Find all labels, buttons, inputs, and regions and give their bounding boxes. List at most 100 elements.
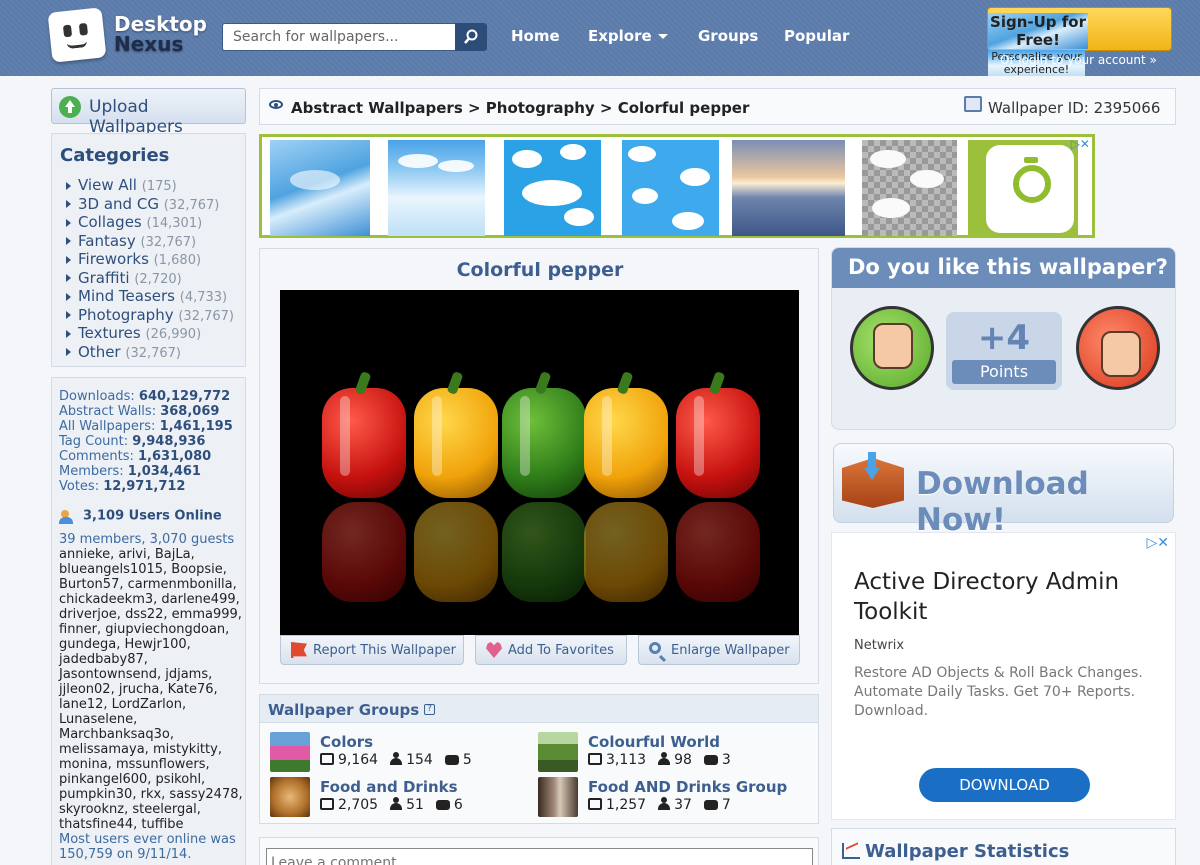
category-count: (14,301) [146,216,203,231]
users-online-label: 3,109 Users Online [83,508,222,524]
users-online-heading[interactable]: 3,109 Users Online [59,508,222,524]
category-item-fantasy[interactable]: Fantasy (32,767) [66,232,234,251]
search-button[interactable] [455,23,487,51]
category-count: (32,767) [140,234,197,250]
side-ad[interactable]: ▷✕ Active Directory Admin Toolkit Netwri… [831,532,1176,820]
ad-headline[interactable]: Active Directory Admin Toolkit [854,567,1154,627]
thumbs-up-icon [873,323,913,369]
category-item-photography[interactable]: Photography (32,767) [66,306,234,325]
login-link[interactable]: Or login to your account » [1000,53,1157,67]
thumbs-down-icon [1101,331,1141,377]
online-users-list: 39 members, 3,070 guests annieke, arivi,… [59,532,244,862]
group-thumbnail[interactable] [270,777,310,817]
group-name[interactable]: Food and Drinks [320,778,458,796]
ad-thumbnail[interactable] [388,140,485,236]
category-item-view-all[interactable]: View All (175) [66,176,234,195]
ad-choices-icon[interactable]: ▷✕ [1147,535,1170,551]
category-item-fireworks[interactable]: Fireworks (1,680) [66,250,234,269]
help-icon[interactable]: ? [424,704,435,715]
stat-label: Tag Count: [59,434,129,449]
category-item-graffiti[interactable]: Graffiti (2,720) [66,269,234,288]
search-input[interactable] [222,23,455,51]
category-label: Fantasy [78,231,136,250]
report-wallpaper-button[interactable]: Report This Wallpaper [280,635,464,665]
thumbs-down-button[interactable] [1076,306,1160,390]
category-list: View All (175) 3D and CG (32,767) Collag… [66,176,234,361]
pepper-yellow [584,370,668,498]
upload-wallpapers-button[interactable]: Upload Wallpapers [51,88,246,137]
download-now-button[interactable]: Download Now! [833,443,1174,538]
stat-value: 368,069 [160,404,220,419]
members-guests-count: 39 members, 3,070 guests [59,532,235,547]
wallpapers-icon [320,753,334,765]
group-item[interactable]: Colourful World 3,113 98 3 [538,732,788,772]
group-thumbnail[interactable] [538,732,578,772]
group-name[interactable]: Colors [320,733,373,751]
group-meta: 3,113 98 3 [588,752,731,768]
ad-download-button[interactable]: DOWNLOAD [919,768,1090,802]
breadcrumb-path[interactable]: Abstract Wallpapers > Photography > Colo… [291,99,749,117]
category-count: (4,733) [179,290,228,305]
category-count: (32,767) [178,308,234,324]
category-item-mind-teasers[interactable]: Mind Teasers (4,733) [66,287,234,306]
ad-thumbnail[interactable] [732,140,845,236]
category-label: Other [78,342,121,361]
nav-popular[interactable]: Popular [784,27,849,45]
category-count: (175) [141,179,177,194]
group-name[interactable]: Colourful World [588,733,720,751]
camera-icon [986,145,1074,233]
group-item[interactable]: Colors 9,164 154 5 [270,732,520,772]
group-thumbnail[interactable] [538,777,578,817]
comment-input[interactable] [266,848,813,865]
category-count: (2,720) [134,271,182,287]
top-ad-banner[interactable]: ▷✕ [259,134,1095,238]
category-count: (1,680) [153,253,202,268]
category-item-collages[interactable]: Collages (14,301) [66,213,234,232]
categories-panel: Categories View All (175) 3D and CG (32,… [51,133,246,367]
stats-list: Downloads: 640,129,772 Abstract Walls: 3… [59,389,233,494]
online-usernames[interactable]: annieke, arivi, BajLa, blueangels1015, B… [59,547,243,832]
category-item-other[interactable]: Other (32,767) [66,343,234,362]
ad-thumbnail[interactable] [504,140,601,236]
category-item-textures[interactable]: Textures (26,990) [66,324,234,343]
magnifier-icon [649,642,661,654]
ad-thumbnail[interactable] [270,140,370,236]
group-item[interactable]: Food and Drinks 2,705 51 6 [270,777,520,817]
stat-label: Comments: [59,449,134,464]
upload-arrow-icon [59,96,81,118]
enlarge-label: Enlarge Wallpaper [671,643,790,658]
site-logo[interactable]: Desktop Nexus [47,7,207,64]
group-thumbnail[interactable] [270,732,310,772]
enlarge-wallpaper-button[interactable]: Enlarge Wallpaper [638,635,800,665]
ad-choices-icon[interactable]: ▷✕ [1071,137,1090,151]
nav-home[interactable]: Home [511,27,560,45]
vote-panel: Do you like this wallpaper? +4 Points [831,247,1176,430]
signup-button[interactable]: Sign-Up for Free! Personalize your exper… [987,7,1172,76]
category-count: (26,990) [145,327,202,342]
nav-explore[interactable]: Explore [588,27,668,45]
stat-label: All Wallpapers: [59,419,156,434]
stat-value: 1,631,080 [138,449,212,464]
add-to-favorites-button[interactable]: Add To Favorites [475,635,627,665]
pepper-green [502,370,586,498]
stat-value: 1,034,461 [127,464,201,479]
category-item-3d-and-cg[interactable]: 3D and CG (32,767) [66,195,234,214]
pepper-red [322,370,406,498]
most-online-record: Most users ever online was 150,759 on 9/… [59,832,236,862]
stat-label: Downloads: [59,389,135,404]
group-item[interactable]: Food AND Drinks Group 1,257 37 7 [538,777,788,817]
heart-icon [486,642,502,658]
wallpaper-image[interactable] [280,290,799,635]
comment-box [259,837,819,865]
nav-groups[interactable]: Groups [698,27,758,45]
group-name[interactable]: Food AND Drinks Group [588,778,787,796]
group-member-count: 37 [674,797,692,813]
thumbs-up-button[interactable] [850,306,934,390]
ad-app-icon[interactable] [968,140,1078,236]
ad-thumbnail[interactable] [622,140,719,236]
pepper-red [676,370,760,498]
category-label: Fireworks [78,250,149,268]
group-member-count: 154 [406,752,433,768]
ad-thumbnail[interactable] [862,140,957,236]
logo-line1: Desktop [114,12,207,36]
